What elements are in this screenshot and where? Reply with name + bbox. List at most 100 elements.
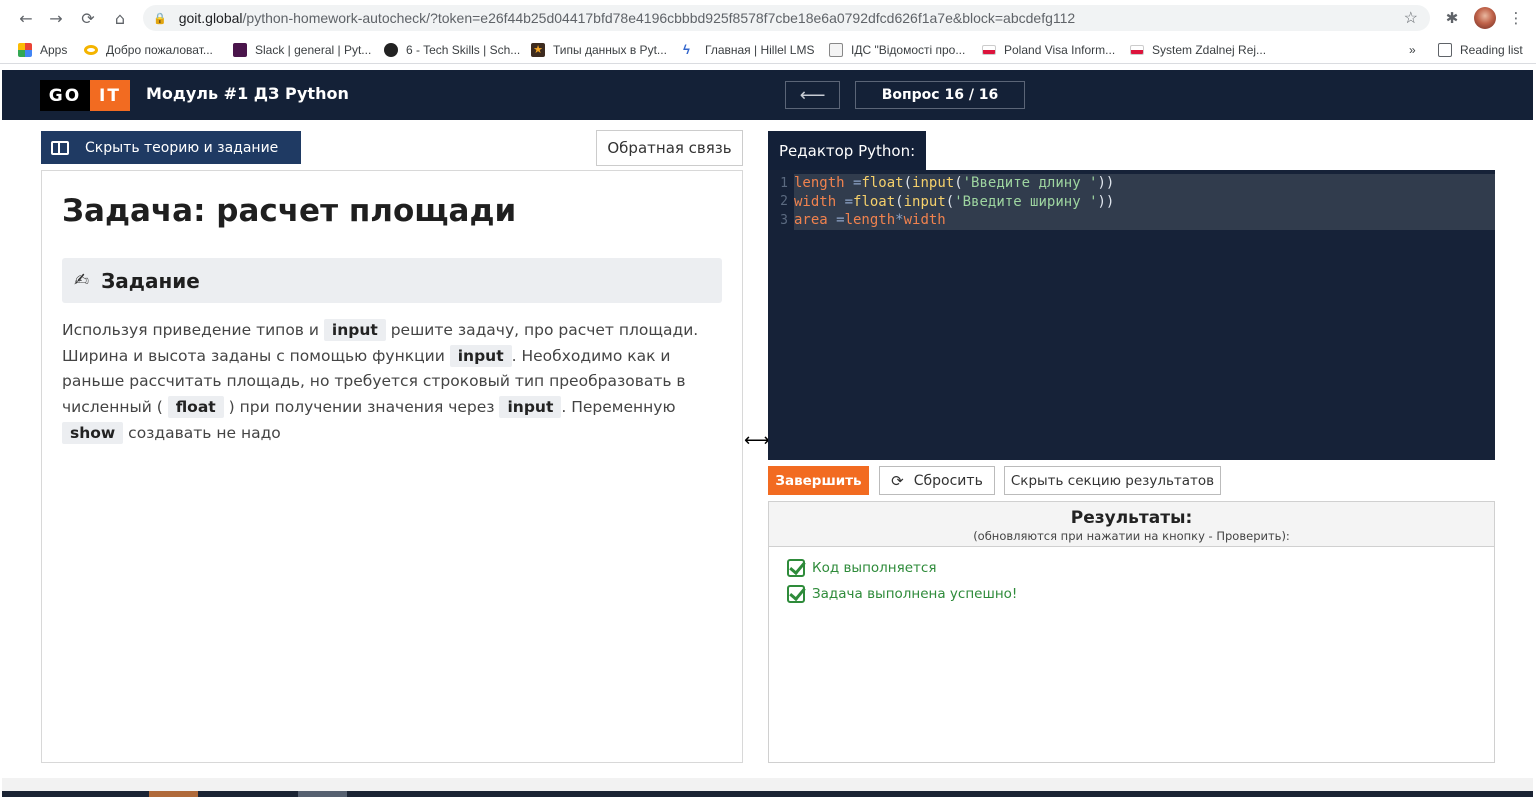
- task-title: Задача: расчет площади: [62, 193, 517, 229]
- back-arrow-icon[interactable]: ←: [12, 4, 40, 32]
- code-editor[interactable]: 1 length = float(input('Введите длину '))…: [768, 170, 1495, 460]
- code-token: float: [853, 193, 896, 210]
- results-panel: Результаты: (обновляются при нажатии на …: [768, 501, 1495, 763]
- reading-list[interactable]: Reading list: [1438, 41, 1523, 59]
- reload-icon[interactable]: ⟳: [74, 4, 102, 32]
- code-token: (: [945, 193, 955, 210]
- code-token: (: [895, 193, 904, 210]
- hide-results-button[interactable]: Скрыть секцию результатов: [1004, 466, 1221, 495]
- goit-logo[interactable]: GO IT: [40, 80, 130, 111]
- bookmark-slack[interactable]: Slack | general | Pyt...: [233, 41, 371, 59]
- code-token: width: [903, 212, 946, 229]
- checkbox-checked-icon: [787, 559, 805, 577]
- logo-it: IT: [90, 80, 130, 111]
- task-text: ) при получении значения через: [228, 398, 495, 417]
- browser-toolbar: ← → ⟳ ⌂ 🔒 goit.global/python-homework-au…: [0, 0, 1536, 36]
- finish-button[interactable]: Завершить: [768, 466, 869, 495]
- bookmark-label: Добро пожаловат...: [106, 43, 213, 57]
- inline-code: input: [323, 319, 386, 341]
- footer-accent: [298, 791, 347, 797]
- code-token: input: [903, 193, 946, 210]
- bookmark-goit[interactable]: Добро пожаловат...: [84, 41, 213, 59]
- footer-accent: [149, 791, 198, 797]
- code-token: (: [954, 175, 963, 192]
- code-token: =: [844, 175, 862, 192]
- bookmark-label: 6 - Tech Skills | Sch...: [406, 43, 521, 57]
- reset-button[interactable]: ⟳ Сбросить: [879, 466, 995, 495]
- footer-bar: [2, 791, 1533, 797]
- reset-label: Сбросить: [913, 472, 983, 489]
- line-number: 2: [780, 194, 788, 210]
- code-token: )): [1097, 175, 1115, 192]
- extensions-icon[interactable]: ✱: [1440, 6, 1464, 30]
- poland-flag-icon: [1130, 45, 1144, 55]
- bookmark-hillel[interactable]: ϟ Главная | Hillel LMS: [683, 41, 814, 59]
- inline-code: input: [499, 396, 562, 419]
- goit-icon: [84, 45, 98, 55]
- code-token: 'Введите длину ': [962, 175, 1098, 192]
- logo-go: GO: [40, 80, 90, 111]
- code-line: 1 length = float(input('Введите длину ')): [780, 174, 1115, 193]
- bookmark-apps[interactable]: Apps: [18, 41, 67, 59]
- hide-theory-button[interactable]: Скрыть теорию и задание: [41, 131, 301, 164]
- bookmark-datatypes[interactable]: ★ Типы данных в Pyt...: [531, 41, 667, 59]
- writing-hand-icon: ✍: [74, 270, 90, 291]
- result-text: Код выполняется: [812, 560, 937, 576]
- task-text: . Переменную: [561, 398, 676, 417]
- menu-kebab-icon[interactable]: ⋮: [1504, 6, 1528, 30]
- code-token: 'Введите ширину ': [954, 193, 1098, 210]
- code-content[interactable]: 1 length = float(input('Введите длину '))…: [780, 174, 1495, 230]
- bookmark-label: System Zdalnej Rej...: [1152, 43, 1267, 57]
- bookmark-ids[interactable]: ІДС "Відомості про...: [829, 41, 965, 59]
- bookmark-label: Apps: [40, 43, 68, 57]
- bookmark-techskills[interactable]: 6 - Tech Skills | Sch...: [384, 41, 520, 59]
- question-counter: Вопрос 16 / 16: [855, 81, 1025, 109]
- bookmark-system-zdalnej[interactable]: System Zdalnej Rej...: [1130, 41, 1266, 59]
- document-icon: [829, 43, 843, 57]
- line-number: 1: [780, 175, 788, 191]
- checkbox-checked-icon: [787, 585, 805, 603]
- poland-flag-icon: [982, 45, 996, 55]
- task-description: Используя приведение типов и input решит…: [62, 318, 727, 447]
- bookmark-star-icon[interactable]: ☆: [1404, 8, 1418, 28]
- task-text: создавать не надо: [128, 423, 281, 442]
- code-token: width: [794, 193, 837, 210]
- line-number: 3: [780, 212, 788, 228]
- feedback-button[interactable]: Обратная связь: [596, 130, 743, 166]
- forward-arrow-icon[interactable]: →: [42, 4, 70, 32]
- code-token: (: [903, 175, 913, 192]
- result-item: Задача выполнена успешно!: [787, 585, 1017, 603]
- code-line: 3 area = length * width: [780, 211, 946, 230]
- code-token: *: [895, 212, 904, 229]
- resize-handle-icon[interactable]: ⟷: [744, 430, 770, 451]
- code-token: =: [836, 193, 854, 210]
- bookmarks-more[interactable]: »: [1409, 41, 1416, 59]
- code-token: input: [912, 175, 955, 192]
- module-title: Модуль #1 ДЗ Python: [146, 84, 349, 103]
- bookmark-label: Poland Visa Inform...: [1004, 43, 1116, 57]
- code-token: length: [844, 212, 896, 229]
- code-line: 2 width = float(input('Введите ширину ')): [780, 193, 1115, 212]
- editor-tab[interactable]: Редактор Python:: [768, 131, 926, 170]
- url-host: goit.global: [178, 10, 243, 26]
- avatar[interactable]: [1474, 7, 1496, 29]
- code-token: )): [1097, 193, 1115, 210]
- code-token: length: [794, 175, 845, 192]
- bookmark-poland-visa[interactable]: Poland Visa Inform...: [982, 41, 1115, 59]
- previous-question-button[interactable]: ⟵: [785, 81, 840, 109]
- url-path: /python-homework-autocheck/?token=e26f44…: [242, 10, 1076, 26]
- task-text: Используя приведение типов и: [62, 321, 319, 339]
- reading-list-icon: [1438, 43, 1452, 57]
- address-bar[interactable]: 🔒 goit.global/python-homework-autocheck/…: [143, 5, 1430, 31]
- inline-code: show: [62, 421, 124, 444]
- home-icon[interactable]: ⌂: [106, 4, 134, 32]
- task-panel: Задача: расчет площади ✍ Задание Использ…: [41, 170, 743, 763]
- hillel-icon: ϟ: [683, 42, 690, 57]
- bookmarks-bar: Apps Добро пожаловат... Slack | general …: [0, 36, 1536, 64]
- results-header: Результаты: (обновляются при нажатии на …: [769, 502, 1494, 547]
- results-title: Результаты:: [1070, 508, 1193, 528]
- inline-code: float: [167, 396, 224, 419]
- reading-list-label: Reading list: [1460, 43, 1523, 57]
- book-icon: [51, 140, 69, 155]
- assignment-label: Задание: [101, 268, 200, 293]
